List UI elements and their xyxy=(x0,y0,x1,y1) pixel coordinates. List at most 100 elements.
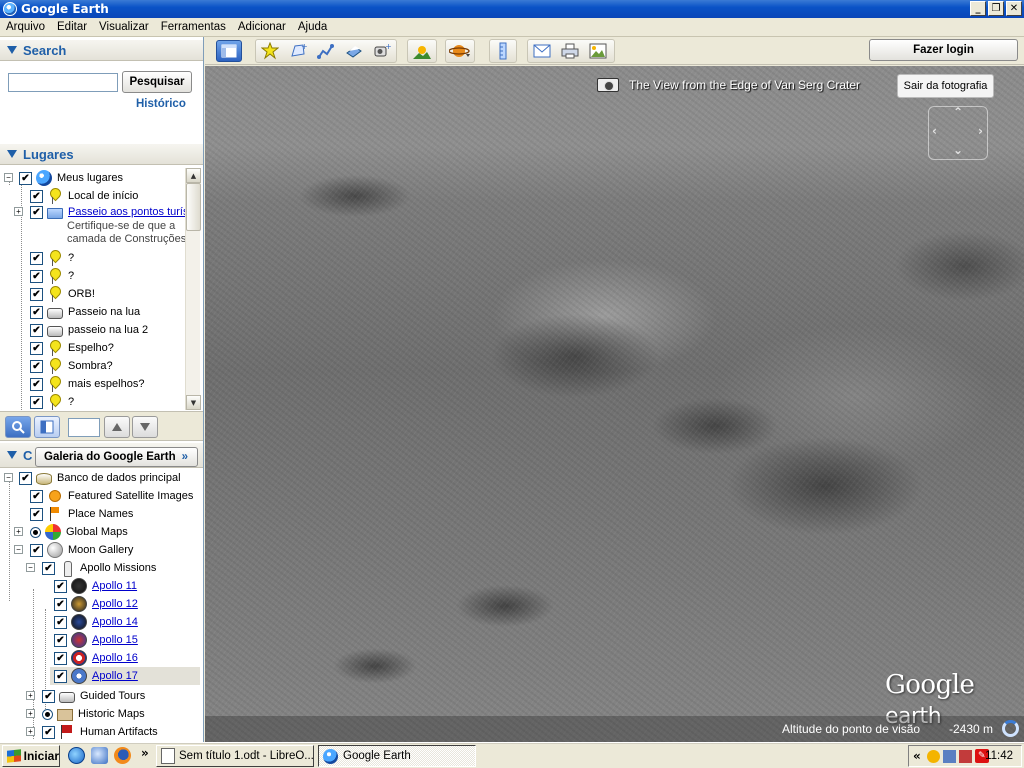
checkbox[interactable]: ✔ xyxy=(54,579,67,593)
collapse-icon[interactable]: − xyxy=(26,563,35,572)
tree-item[interactable]: + Global Maps xyxy=(14,523,128,541)
apollo-link[interactable]: Apollo 15 xyxy=(92,634,138,646)
add-path-button[interactable] xyxy=(313,40,339,62)
scroll-up-icon[interactable]: ▲ xyxy=(186,168,201,183)
add-placemark-button[interactable] xyxy=(257,40,283,62)
expand-icon[interactable]: + xyxy=(26,727,35,736)
ruler-button[interactable] xyxy=(490,40,516,62)
collapse-icon[interactable]: − xyxy=(14,545,23,554)
pan-up-icon[interactable]: ⌃ xyxy=(953,105,963,119)
planet-switch-button[interactable] xyxy=(447,40,473,62)
navigation-control[interactable]: ⌃ ⌄ ‹ › xyxy=(928,105,988,160)
minimize-button[interactable]: _ xyxy=(970,1,986,16)
menu-visualizar[interactable]: Visualizar xyxy=(93,21,155,33)
search-button[interactable]: Pesquisar xyxy=(122,71,192,93)
historical-imagery-button[interactable] xyxy=(409,40,435,62)
add-polygon-button[interactable]: + xyxy=(285,40,311,62)
scroll-thumb[interactable] xyxy=(186,183,201,231)
tree-item[interactable]: ✔ ? xyxy=(30,249,74,267)
print-button[interactable] xyxy=(557,40,583,62)
checkbox[interactable]: ✔ xyxy=(30,543,43,557)
quicklaunch-more-button[interactable]: » xyxy=(141,746,149,760)
sidebar-toggle-button[interactable] xyxy=(216,40,242,62)
internet-explorer-icon[interactable] xyxy=(68,747,85,764)
places-scrollbar[interactable]: ▲ ▼ xyxy=(185,168,201,410)
search-places-button[interactable] xyxy=(5,416,31,438)
checkbox[interactable]: ✔ xyxy=(30,287,43,301)
earth-gallery-button[interactable]: Galeria do Google Earth » xyxy=(35,447,198,467)
checkbox[interactable]: ✔ xyxy=(30,251,43,265)
menu-arquivo[interactable]: Arquivo xyxy=(0,21,51,33)
tree-item[interactable]: ✔ Featured Satellite Images xyxy=(30,487,193,505)
tree-item[interactable]: ✔ ? xyxy=(30,267,74,285)
scroll-down-icon[interactable]: ▼ xyxy=(186,395,201,410)
pan-down-icon[interactable]: ⌄ xyxy=(953,143,963,157)
move-up-button[interactable] xyxy=(104,416,130,438)
checkbox[interactable]: ✔ xyxy=(30,507,43,521)
collapse-icon[interactable]: − xyxy=(4,173,13,182)
layers-panel-header[interactable]: C Galeria do Google Earth » xyxy=(0,442,203,468)
history-link[interactable]: Histórico xyxy=(136,98,186,110)
tree-item-apollo-14[interactable]: ✔ Apollo 14 xyxy=(54,613,138,631)
menu-ajuda[interactable]: Ajuda xyxy=(292,21,333,33)
earth-viewport[interactable]: The View from the Edge of Van Serg Crate… xyxy=(205,66,1024,742)
save-image-button[interactable] xyxy=(585,40,611,62)
checkbox[interactable]: ✔ xyxy=(30,341,43,355)
checkbox[interactable]: ✔ xyxy=(30,305,43,319)
checkbox[interactable]: ✔ xyxy=(30,489,43,503)
tree-item-meus-lugares[interactable]: − ✔ Meus lugares xyxy=(2,169,123,187)
checkbox[interactable]: ✔ xyxy=(30,377,43,391)
checkbox[interactable]: ✔ xyxy=(42,561,55,575)
expand-icon[interactable]: + xyxy=(14,207,23,216)
apollo-link[interactable]: Apollo 11 xyxy=(92,580,137,592)
menu-editar[interactable]: Editar xyxy=(51,21,93,33)
tree-item[interactable]: + Historic Maps xyxy=(26,705,145,723)
apollo-link[interactable]: Apollo 17 xyxy=(92,670,138,682)
checkbox[interactable]: ✔ xyxy=(30,269,43,283)
tree-item[interactable]: ✔ Place Names xyxy=(30,505,133,523)
checkbox[interactable]: ✔ xyxy=(54,669,67,683)
tree-item-apollo-17[interactable]: ✔ Apollo 17 xyxy=(50,667,200,685)
expand-icon[interactable]: + xyxy=(26,709,35,718)
quicklaunch-app-icon[interactable] xyxy=(91,747,108,764)
checkbox[interactable]: ✔ xyxy=(30,189,43,203)
add-overlay-button[interactable] xyxy=(341,40,367,62)
taskbar-item-libreoffice[interactable]: Sem título 1.odt - LibreO... xyxy=(156,745,314,767)
sidebar-toggle-button[interactable] xyxy=(34,416,60,438)
tree-item[interactable]: ✔ ORB! xyxy=(30,285,95,303)
menu-adicionar[interactable]: Adicionar xyxy=(232,21,292,33)
tree-item[interactable]: ✔ passeio na lua 2 xyxy=(30,321,148,339)
close-button[interactable]: ✕ xyxy=(1006,1,1022,16)
tree-item[interactable]: ✔ Sombra? xyxy=(30,357,113,375)
radio-button[interactable] xyxy=(30,526,41,538)
places-filter-input[interactable] xyxy=(68,418,100,437)
checkbox[interactable]: ✔ xyxy=(19,471,32,485)
tree-item-apollo-12[interactable]: ✔ Apollo 12 xyxy=(54,595,138,613)
tree-item-main-database[interactable]: − ✔ Banco de dados principal xyxy=(2,469,181,487)
tree-item[interactable]: ✔ Espelho? xyxy=(30,339,114,357)
checkbox[interactable]: ✔ xyxy=(54,633,67,647)
checkbox[interactable]: ✔ xyxy=(19,171,32,185)
checkbox[interactable]: ✔ xyxy=(30,395,43,409)
sign-in-button[interactable]: Fazer login xyxy=(869,39,1018,61)
tray-security-icon[interactable] xyxy=(958,749,972,763)
apollo-link[interactable]: Apollo 14 xyxy=(92,616,138,628)
search-input[interactable] xyxy=(8,73,118,92)
tree-item[interactable]: ✔ ? xyxy=(30,393,74,410)
checkbox[interactable]: ✔ xyxy=(42,725,55,739)
menu-ferramentas[interactable]: Ferramentas xyxy=(155,21,232,33)
checkbox[interactable]: ✔ xyxy=(30,205,43,219)
tray-notification-icon[interactable] xyxy=(926,749,940,763)
apollo-link[interactable]: Apollo 12 xyxy=(92,598,138,610)
move-down-button[interactable] xyxy=(132,416,158,438)
apollo-link[interactable]: Apollo 16 xyxy=(92,652,138,664)
firefox-icon[interactable] xyxy=(114,747,131,764)
tree-item-apollo-11[interactable]: ✔ Apollo 11 xyxy=(54,577,137,595)
restore-button[interactable]: ❐ xyxy=(988,1,1004,16)
tree-item[interactable]: − ✔ Apollo Missions xyxy=(26,559,156,577)
collapse-icon[interactable]: − xyxy=(4,473,13,482)
pan-right-icon[interactable]: › xyxy=(978,124,983,138)
expand-icon[interactable]: + xyxy=(26,691,35,700)
checkbox[interactable]: ✔ xyxy=(42,689,55,703)
tray-network-icon[interactable] xyxy=(942,749,956,763)
